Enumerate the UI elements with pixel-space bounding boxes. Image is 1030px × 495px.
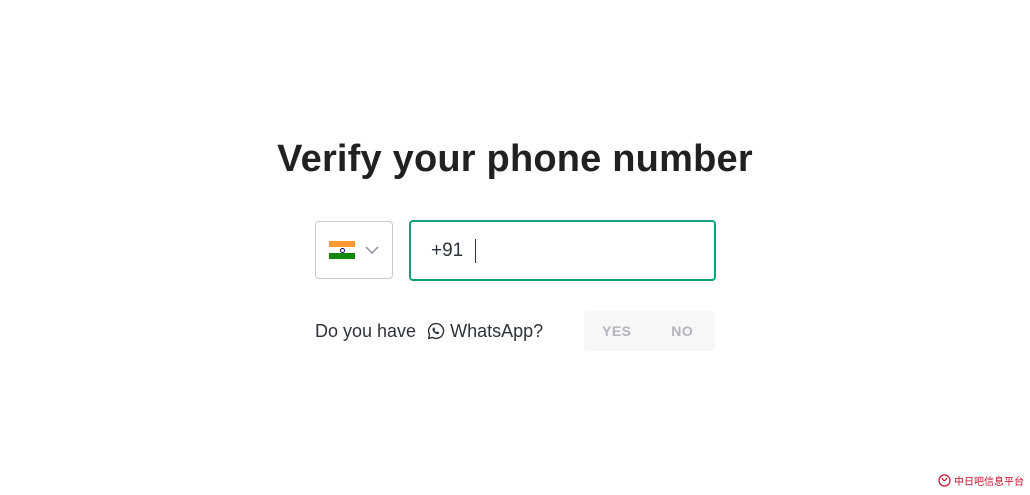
whatsapp-toggle: YES NO bbox=[584, 311, 715, 351]
phone-number-input[interactable]: +91 bbox=[409, 220, 716, 281]
watermark-text: 中日吧信息平台 bbox=[954, 477, 1024, 488]
whatsapp-icon bbox=[427, 322, 445, 340]
whatsapp-question-prefix: Do you have bbox=[315, 320, 417, 341]
no-button[interactable]: NO bbox=[650, 323, 716, 339]
india-flag-icon bbox=[329, 241, 355, 259]
page-title: Verify your phone number bbox=[277, 138, 753, 180]
watermark-logo-icon bbox=[938, 474, 951, 487]
chevron-down-icon bbox=[364, 242, 380, 258]
phone-number-value: +91 bbox=[431, 239, 464, 261]
verify-phone-page: Verify your phone number +91 Do you have… bbox=[0, 0, 1030, 495]
whatsapp-question: Do you have WhatsApp? bbox=[315, 311, 543, 351]
text-caret bbox=[475, 238, 477, 263]
yes-button[interactable]: YES bbox=[584, 323, 650, 339]
whatsapp-question-label: WhatsApp? bbox=[450, 320, 544, 341]
watermark: 中日吧信息平台 bbox=[938, 473, 1024, 488]
country-code-select[interactable] bbox=[315, 221, 393, 279]
